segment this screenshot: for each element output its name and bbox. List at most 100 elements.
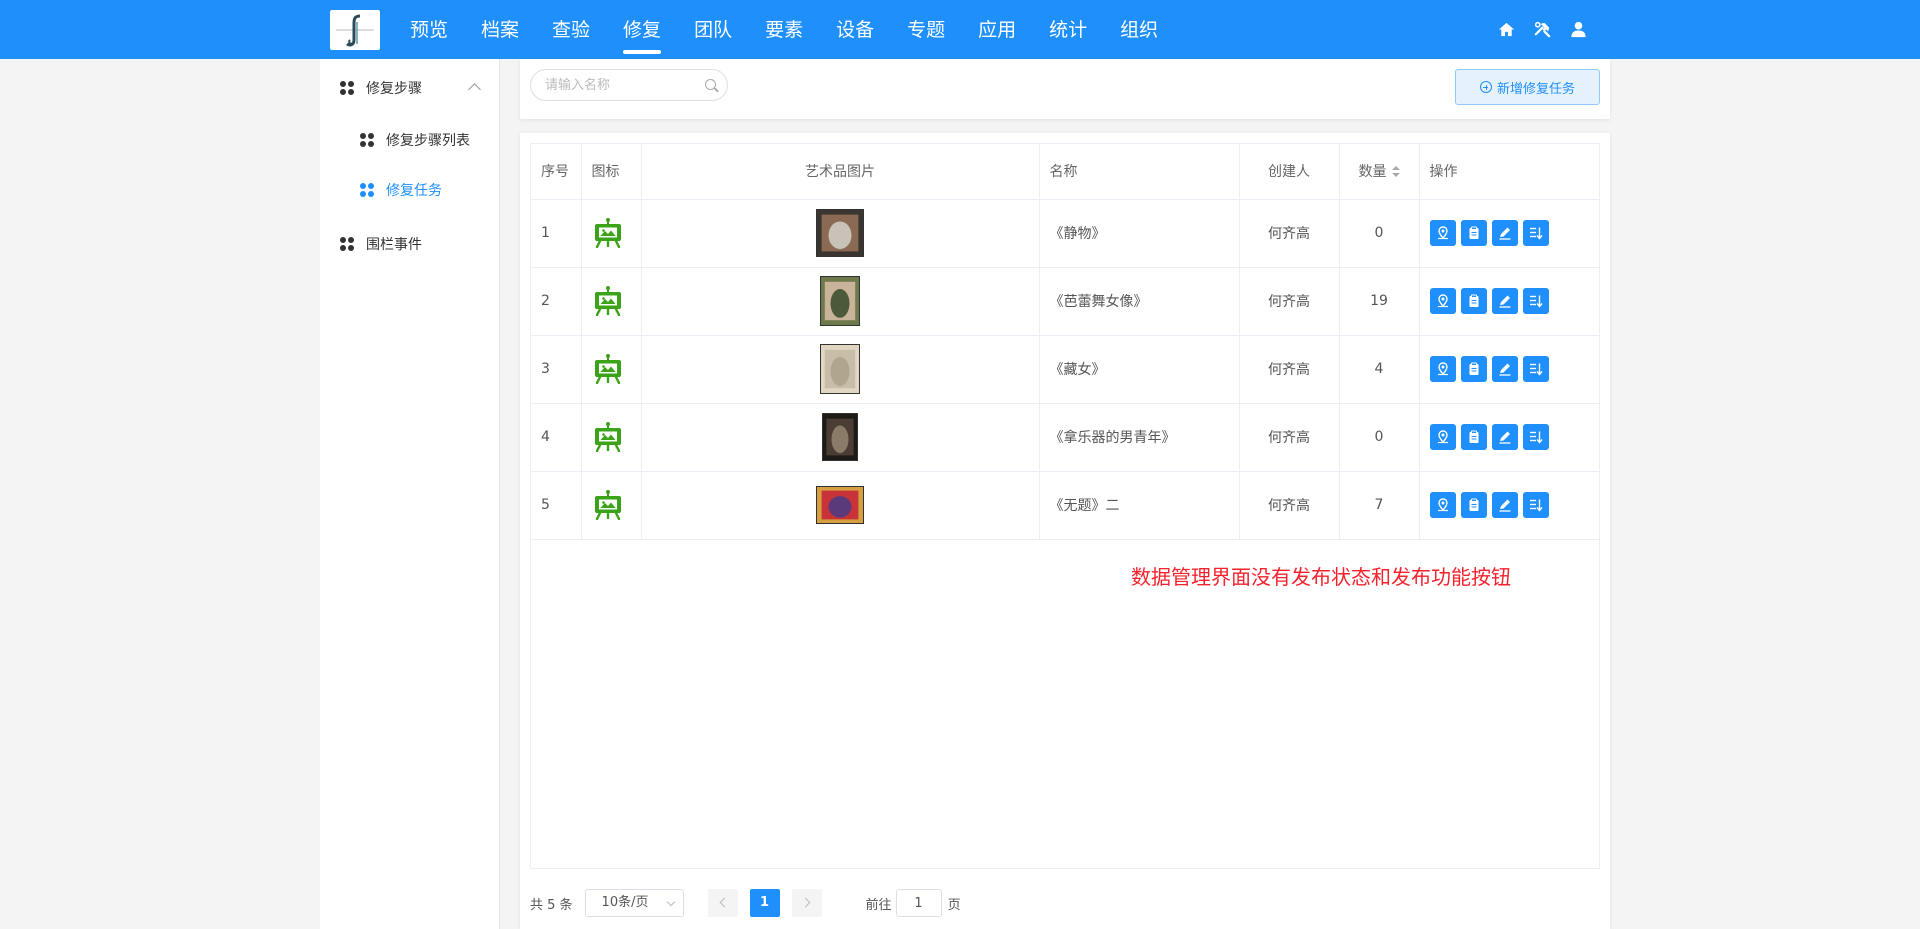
page-suffix: 页: [947, 897, 961, 913]
page-size-value: 10条/页: [601, 895, 649, 910]
cell-name: 《拿乐器的男青年》: [1039, 403, 1240, 472]
search-icon[interactable]: [705, 79, 716, 90]
nav-item-1[interactable]: 档案: [481, 0, 519, 59]
nav-item-6[interactable]: 设备: [836, 0, 874, 59]
cell-image: [641, 267, 1040, 336]
header-count-cell[interactable]: 数量: [1339, 144, 1420, 200]
header-name: 名称: [1039, 144, 1240, 200]
total-count: 共 5 条: [530, 897, 573, 913]
map-pin-button[interactable]: [1429, 288, 1456, 314]
add-repair-task-button[interactable]: 新增修复任务: [1455, 69, 1600, 105]
cell-name: 《藏女》: [1039, 335, 1240, 404]
sort-button[interactable]: [1522, 492, 1549, 518]
next-page-button[interactable]: [791, 889, 822, 917]
header-creator: 创建人: [1239, 144, 1340, 200]
edit-button[interactable]: [1491, 424, 1518, 450]
nav-item-2[interactable]: 查验: [552, 0, 590, 59]
header-icon: 图标: [581, 144, 642, 200]
sidebar-item-fence-events[interactable]: 围栏事件: [340, 233, 422, 255]
artwork-thumbnail[interactable]: [816, 209, 864, 257]
map-pin-button[interactable]: [1429, 424, 1456, 450]
clipboard-button[interactable]: [1460, 288, 1487, 314]
artwork-easel-icon: [592, 422, 641, 452]
tools-icon[interactable]: [1533, 20, 1552, 39]
cell-name: 《芭蕾舞女像》: [1039, 267, 1240, 336]
map-pin-button[interactable]: [1429, 356, 1456, 382]
nav-item-4[interactable]: 团队: [694, 0, 732, 59]
clipboard-button[interactable]: [1460, 220, 1487, 246]
artwork-easel-icon: [592, 218, 641, 248]
data-table: 序号 图标 艺术品图片 名称 创建人 数量 操作 1 《静物》 何齐高 0 2 《芭蕾舞女…: [530, 143, 1600, 869]
grid-icon: [340, 237, 354, 251]
nav-item-8[interactable]: 应用: [978, 0, 1016, 59]
page-size-select[interactable]: 10条/页: [584, 889, 684, 917]
home-icon[interactable]: [1497, 20, 1516, 39]
goto-label: 前往: [865, 897, 892, 913]
edit-button[interactable]: [1491, 288, 1518, 314]
artwork-thumbnail[interactable]: [816, 486, 864, 524]
edit-button[interactable]: [1491, 492, 1518, 518]
nav-item-9[interactable]: 统计: [1049, 0, 1087, 59]
row-actions: [1429, 288, 1601, 314]
cell-index: 2: [531, 267, 582, 336]
cell-creator: 何齐高: [1239, 267, 1340, 336]
nav-item-7[interactable]: 专题: [907, 0, 945, 59]
add-button-label: 新增修复任务: [1496, 81, 1575, 97]
nav-item-10[interactable]: 组织: [1120, 0, 1158, 59]
page-number-1[interactable]: 1: [749, 889, 780, 917]
cell-actions: [1419, 267, 1601, 336]
cell-count: 0: [1339, 403, 1420, 472]
sort-button[interactable]: [1522, 220, 1549, 246]
artwork-thumbnail[interactable]: [820, 344, 860, 394]
plus-circle-icon: [1479, 81, 1492, 93]
clipboard-button[interactable]: [1460, 356, 1487, 382]
sort-caret-icon[interactable]: [1391, 166, 1400, 178]
row-actions: [1429, 424, 1601, 450]
cell-name: 《无题》二: [1039, 471, 1240, 540]
row-actions: [1429, 356, 1601, 382]
main-nav: 预览 档案 查验 修复 团队 要素 设备 专题 应用 统计 组织: [410, 0, 1191, 59]
chevron-up-icon[interactable]: [468, 83, 481, 96]
cell-index: 3: [531, 335, 582, 404]
prev-page-button[interactable]: [707, 889, 738, 917]
cell-image: [641, 471, 1040, 540]
cell-icon: [581, 403, 642, 472]
nav-item-3[interactable]: 修复: [623, 0, 662, 59]
cell-icon: [581, 471, 642, 540]
artwork-thumbnail[interactable]: [820, 276, 860, 326]
cell-count: 7: [1339, 471, 1420, 540]
cell-actions: [1419, 403, 1601, 472]
table-row: 3 《藏女》 何齐高 4: [531, 335, 1601, 404]
nav-item-5[interactable]: 要素: [765, 0, 803, 59]
goto-page-input[interactable]: [895, 889, 942, 917]
sort-button[interactable]: [1522, 424, 1549, 450]
artwork-easel-icon: [592, 354, 641, 384]
row-actions: [1429, 220, 1601, 246]
table-row: 1 《静物》 何齐高 0: [531, 199, 1601, 268]
table-card: 序号 图标 艺术品图片 名称 创建人 数量 操作 1 《静物》 何齐高 0 2 《芭蕾舞女…: [520, 133, 1610, 929]
cell-actions: [1419, 335, 1601, 404]
artwork-thumbnail[interactable]: [822, 413, 858, 461]
clipboard-button[interactable]: [1460, 492, 1487, 518]
edit-button[interactable]: [1491, 356, 1518, 382]
clipboard-button[interactable]: [1460, 424, 1487, 450]
user-icon[interactable]: [1569, 20, 1588, 39]
sidebar-item-repair-task[interactable]: 修复任务: [360, 179, 442, 201]
sidebar-group-repair-steps[interactable]: 修复步骤: [340, 77, 422, 99]
map-pin-button[interactable]: [1429, 220, 1456, 246]
sidebar-item-label: 修复步骤列表: [386, 133, 470, 149]
sort-button[interactable]: [1522, 356, 1549, 382]
edit-button[interactable]: [1491, 220, 1518, 246]
cell-image: [641, 335, 1040, 404]
table-row: 2 《芭蕾舞女像》 何齐高 19: [531, 267, 1601, 336]
table-row: 5 《无题》二 何齐高 7: [531, 471, 1600, 540]
header-actions: 操作: [1419, 144, 1600, 200]
map-pin-button[interactable]: [1429, 492, 1456, 518]
cell-creator: 何齐高: [1239, 199, 1340, 268]
sidebar-item-repair-step-list[interactable]: 修复步骤列表: [360, 129, 470, 151]
search-input[interactable]: [530, 69, 728, 101]
app-logo[interactable]: [330, 10, 380, 50]
table-header-row: 序号 图标 艺术品图片 名称 创建人 数量 操作: [531, 144, 1600, 200]
sort-button[interactable]: [1522, 288, 1549, 314]
nav-item-0[interactable]: 预览: [410, 0, 448, 59]
